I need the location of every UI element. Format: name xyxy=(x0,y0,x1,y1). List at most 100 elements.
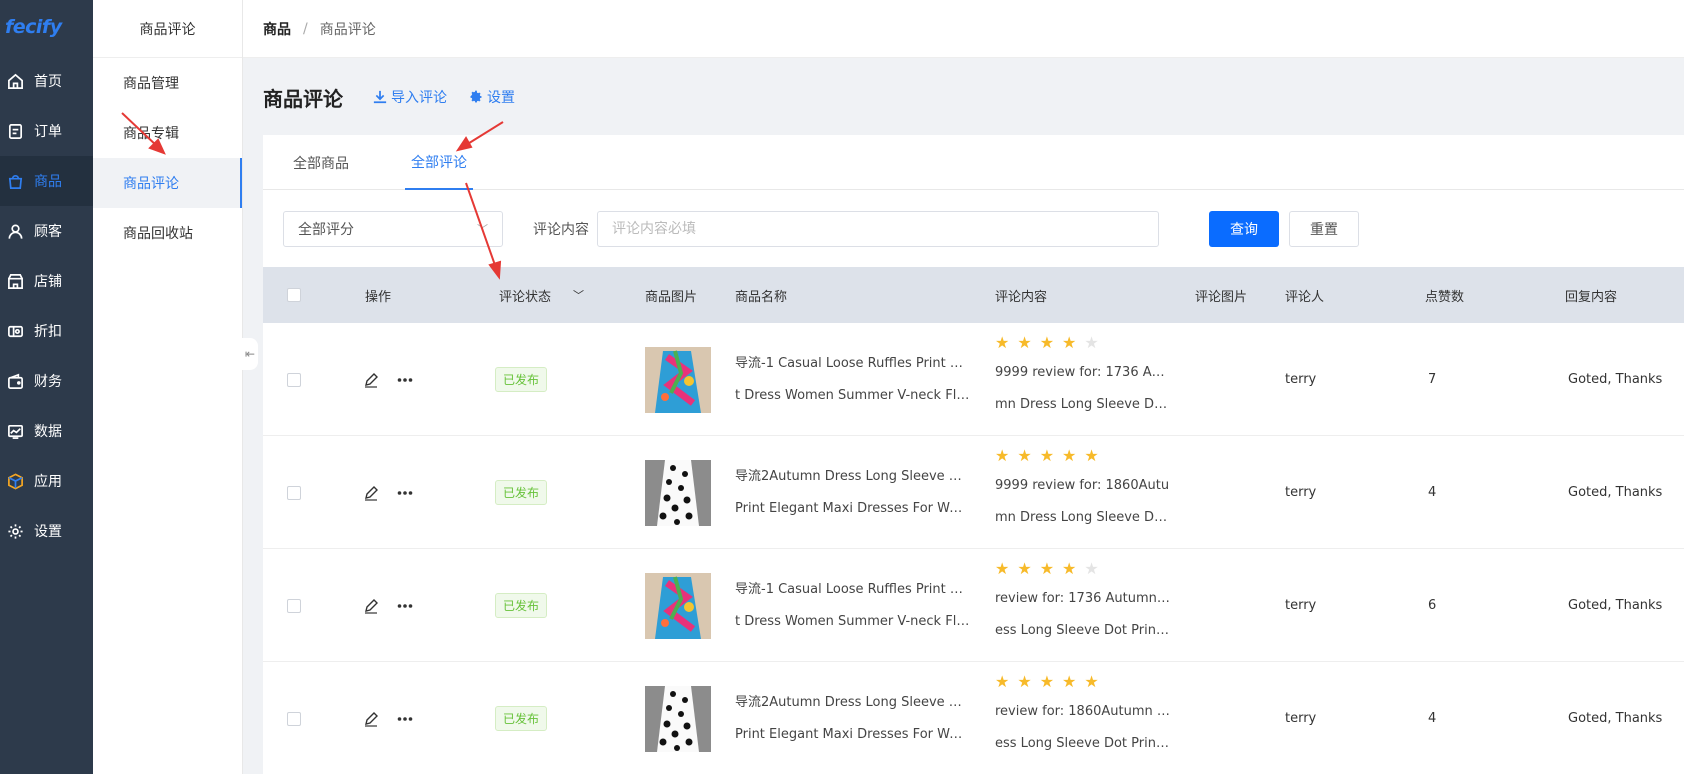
reply-content: Goted, Thanks xyxy=(1568,711,1663,726)
submenu-item-3[interactable]: 商品回收站 xyxy=(93,208,242,258)
nav-item-0[interactable]: 首页 xyxy=(0,56,93,106)
review-content: ★ ★ ★ ★ ★ 9999 review for: 1736 Autu mn Dress … xyxy=(995,323,1171,436)
edit-icon[interactable] xyxy=(363,485,379,501)
home-icon xyxy=(6,72,24,90)
row-checkbox[interactable] xyxy=(287,598,301,613)
product-name[interactable]: 导流-1 Casual Loose Ruffles Print Shirt t D… xyxy=(735,549,970,662)
star-rating: ★ ★ ★ ★ ★ xyxy=(995,333,1099,357)
review-content-line1: review for: 1736 Autumn Dr xyxy=(995,591,1171,606)
header-likes: 点赞数 xyxy=(1425,289,1465,305)
header-actions: 操作 xyxy=(365,289,392,305)
edit-icon[interactable] xyxy=(363,711,379,727)
cube-icon xyxy=(6,472,24,490)
submenu-item-2[interactable]: 商品评论 xyxy=(93,158,242,208)
more-icon[interactable] xyxy=(397,598,413,614)
rating-select[interactable]: 全部评分 ﹀ xyxy=(283,210,503,247)
reset-button[interactable]: 重置 xyxy=(1289,210,1359,247)
star-rating: ★ ★ ★ ★ ★ xyxy=(995,559,1099,583)
product-thumbnail[interactable] xyxy=(645,572,711,639)
review-content-line2: mn Dress Long Sleeve Dot Print xyxy=(995,397,1171,412)
edit-icon[interactable] xyxy=(363,372,379,388)
header-reviewer: 评论人 xyxy=(1285,289,1325,305)
chevron-down-icon: ﹀ xyxy=(573,289,585,302)
import-reviews-label: 导入评论 xyxy=(391,90,447,106)
product-thumbnail[interactable] xyxy=(645,685,711,752)
filter-bar: 全部评分 ﹀ 评论内容 查询 重置 xyxy=(263,190,1684,267)
status-badge: 已发布 xyxy=(495,367,548,392)
table-row: 已发布 导流2Autumn Dress Long Sleeve Dot Print … xyxy=(263,436,1684,549)
nav-item-1[interactable]: 订单 xyxy=(0,106,93,156)
user-icon xyxy=(6,222,24,240)
nav-item-5[interactable]: 折扣 xyxy=(0,306,93,356)
star-icon: ★ xyxy=(1039,672,1055,691)
product-name-line1: 导流-1 Casual Loose Ruffles Print Shirt xyxy=(735,355,970,371)
nav-item-label: 顾客 xyxy=(34,224,62,240)
like-count: 6 xyxy=(1428,598,1437,613)
nav-item-6[interactable]: 财务 xyxy=(0,356,93,406)
chart-icon xyxy=(6,422,24,440)
header-review-images: 评论图片 xyxy=(1195,289,1248,305)
logo[interactable]: fecify xyxy=(0,0,93,56)
logo-text: fecify xyxy=(5,16,62,38)
row-checkbox[interactable] xyxy=(287,372,301,387)
review-content-line2: ess Long Sleeve Dot Print Elegant xyxy=(995,623,1171,638)
nav-item-8[interactable]: 应用 xyxy=(0,456,93,506)
star-icon: ★ xyxy=(1017,333,1032,352)
row-checkbox[interactable] xyxy=(287,485,301,500)
breadcrumb-root[interactable]: 商品 xyxy=(263,19,291,39)
nav-item-3[interactable]: 顾客 xyxy=(0,206,93,256)
star-rating: ★ ★ ★ ★ ★ xyxy=(995,672,1099,696)
nav-item-2[interactable]: 商品 xyxy=(0,156,93,206)
product-name-line2: t Dress Women Summer V-neck Flying Sleev… xyxy=(735,387,970,403)
product-name-line2: Print Elegant Maxi Dresses For Women xyxy=(735,726,970,742)
edit-icon[interactable] xyxy=(363,598,379,614)
header-status[interactable]: 评论状态 ﹀ xyxy=(499,286,584,305)
nav-item-label: 折扣 xyxy=(34,324,62,340)
star-rating: ★ ★ ★ ★ ★ xyxy=(995,446,1099,470)
product-name[interactable]: 导流2Autumn Dress Long Sleeve Dot Print Ele… xyxy=(735,662,970,774)
import-reviews-link[interactable]: 导入评论 xyxy=(373,87,447,107)
nav-item-4[interactable]: 店铺 xyxy=(0,256,93,306)
product-thumbnail[interactable] xyxy=(645,459,711,526)
download-icon xyxy=(373,90,387,104)
breadcrumb: 商品 / 商品评论 xyxy=(243,0,1684,58)
like-count: 7 xyxy=(1428,372,1437,387)
rating-select-value: 全部评分 xyxy=(298,221,354,238)
row-checkbox[interactable] xyxy=(287,711,301,726)
main-nav: fecify 首页订单 商品顾客店铺折扣财务数据应用设置 xyxy=(0,0,93,774)
star-icon: ★ xyxy=(1062,559,1077,578)
select-all-checkbox[interactable] xyxy=(287,288,301,302)
nav-item-label: 首页 xyxy=(34,74,62,90)
more-icon[interactable] xyxy=(397,485,413,501)
nav-item-9[interactable]: 设置 xyxy=(0,506,93,556)
submenu-item-0[interactable]: 商品管理 xyxy=(93,58,242,108)
wallet-icon xyxy=(6,372,24,390)
product-name[interactable]: 导流2Autumn Dress Long Sleeve Dot Print Ele… xyxy=(735,436,970,549)
product-name[interactable]: 导流-1 Casual Loose Ruffles Print Shirt t D… xyxy=(735,323,970,436)
header-name: 商品名称 xyxy=(735,289,788,305)
star-icon: ★ xyxy=(995,559,1010,578)
submenu-item-1[interactable]: 商品专辑 xyxy=(93,108,242,158)
tab-all-products[interactable]: 全部商品 xyxy=(287,135,355,190)
tab-all-reviews[interactable]: 全部评论 xyxy=(405,135,473,190)
collapse-menu-icon[interactable]: ⇤ xyxy=(242,338,258,370)
star-icon: ★ xyxy=(995,333,1010,352)
nav-item-label: 应用 xyxy=(34,474,62,490)
product-name-line1: 导流-1 Casual Loose Ruffles Print Shirt xyxy=(735,581,970,597)
settings-link[interactable]: 设置 xyxy=(469,87,515,107)
submenu-title: 商品评论 xyxy=(93,0,242,58)
table-header: 操作 评论状态 ﹀ 商品图片 商品名称 评论内容 评论图片 评论人 点赞数 回复… xyxy=(263,267,1684,323)
table-row: 已发布 导流-1 Casual Loose Ruffles Print Shirt… xyxy=(263,549,1684,662)
product-thumbnail[interactable] xyxy=(645,346,711,413)
star-icon: ★ xyxy=(1017,446,1032,465)
review-content-line1: 9999 review for: 1860Autu xyxy=(995,478,1170,493)
nav-item-7[interactable]: 数据 xyxy=(0,406,93,456)
table-row: 已发布 导流-1 Casual Loose Ruffles Print Shirt… xyxy=(263,323,1684,436)
order-icon xyxy=(6,122,24,140)
table-row: 已发布 导流2Autumn Dress Long Sleeve Dot Print … xyxy=(263,662,1684,774)
content-search-input[interactable] xyxy=(597,210,1159,247)
nav-item-label: 财务 xyxy=(34,374,62,390)
more-icon[interactable] xyxy=(397,372,413,388)
search-button[interactable]: 查询 xyxy=(1209,210,1279,247)
more-icon[interactable] xyxy=(397,711,413,727)
